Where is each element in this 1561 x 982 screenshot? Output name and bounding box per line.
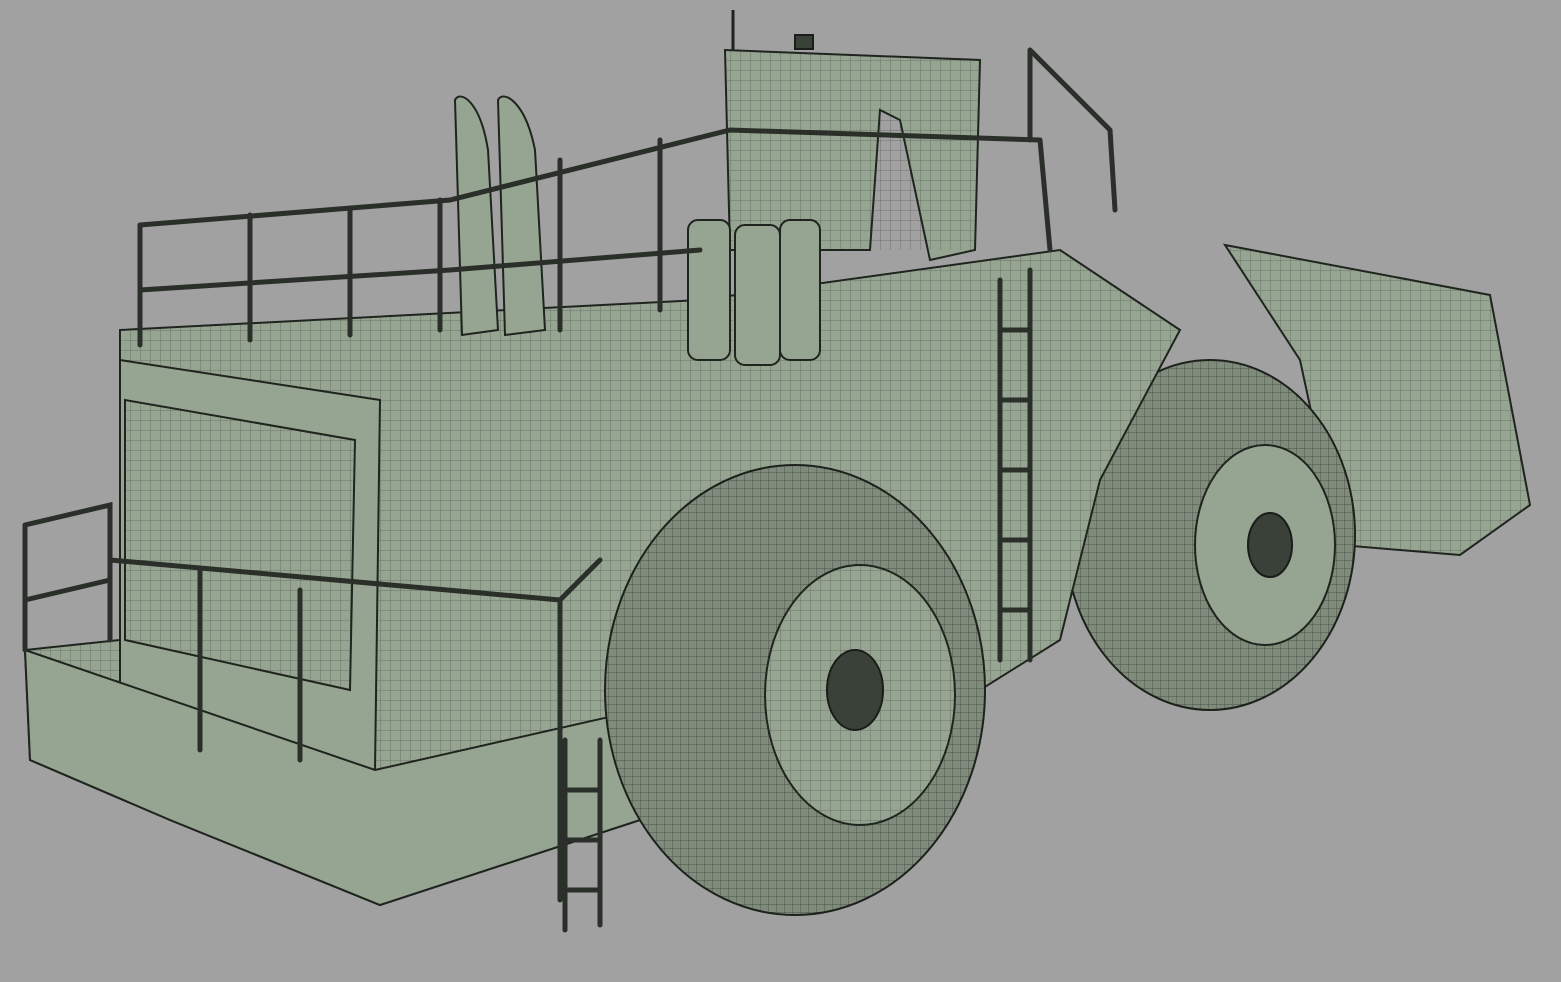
rear-left-tire (604, 464, 986, 916)
air-filters (687, 219, 821, 366)
3d-viewport[interactable] (0, 0, 1561, 982)
exhaust-stacks (453, 95, 547, 337)
wheel-loader-wireframe-render (22, 10, 1532, 933)
